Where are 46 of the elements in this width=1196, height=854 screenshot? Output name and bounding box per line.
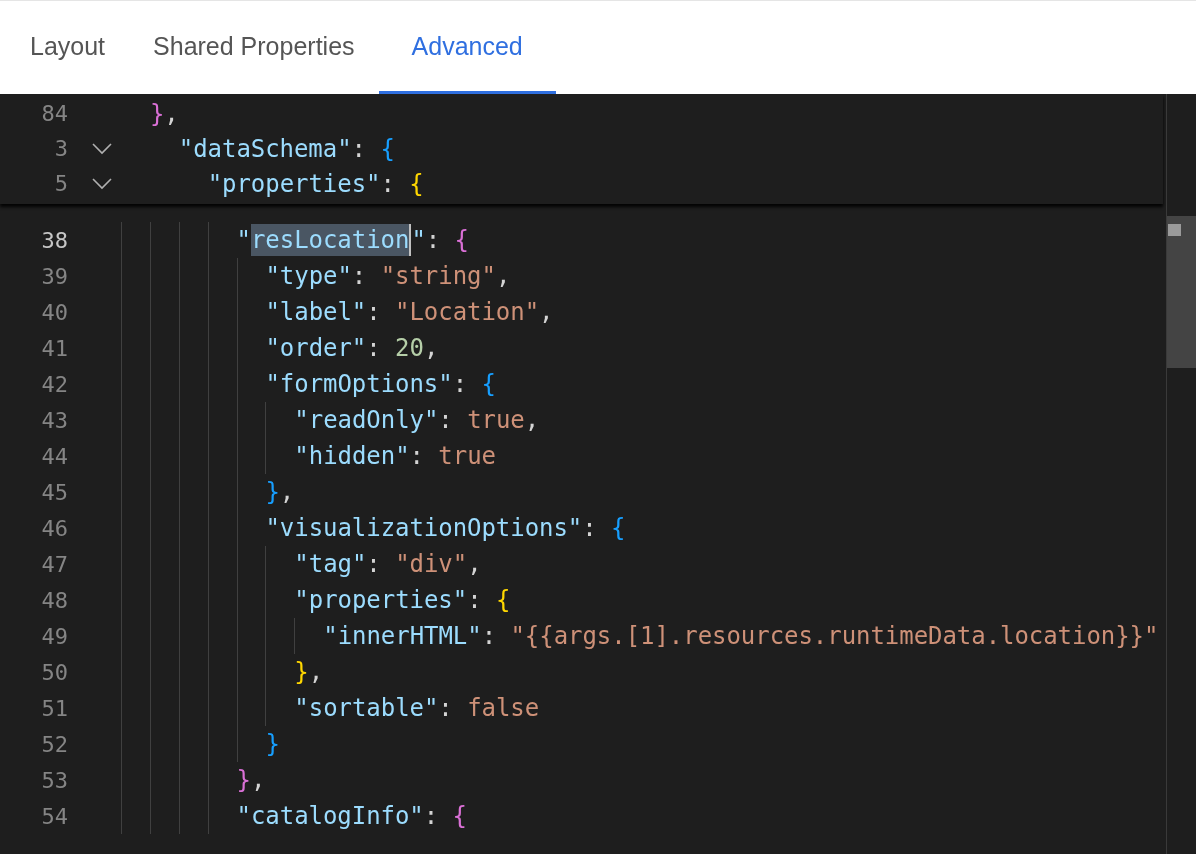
- line-number: 43: [40, 406, 68, 435]
- code-line: "innerHTML": "{{args.[1].resources.runtimeData.location}}": [121, 618, 1159, 654]
- code-line: },: [148, 98, 179, 130]
- line-number: 48: [40, 586, 68, 615]
- code-line: }: [121, 726, 280, 762]
- code-line: "resLocation": {: [121, 222, 469, 258]
- line-number: 38: [40, 226, 68, 255]
- line-number: 5: [53, 170, 68, 198]
- code-line: "tag": "div",: [121, 546, 482, 582]
- code-line: "sortable": false: [121, 690, 540, 726]
- line-number: 51: [40, 694, 68, 723]
- tab[interactable]: Layout: [6, 0, 130, 94]
- code-line: "type": "string",: [121, 258, 511, 294]
- line-number: 54: [40, 802, 68, 831]
- code-line: "properties": {: [121, 582, 511, 618]
- line-number: 47: [40, 550, 68, 579]
- line-number: 49: [40, 622, 68, 651]
- line-number: 45: [40, 478, 68, 507]
- tab[interactable]: Shared Properties: [129, 0, 379, 94]
- code-line: },: [121, 654, 324, 690]
- code-line: "visualizationOptions": {: [121, 510, 626, 546]
- line-number: 3: [53, 135, 68, 163]
- line-number: 41: [40, 334, 68, 363]
- code-line: "order": 20,: [121, 330, 439, 366]
- line-number: 52: [40, 730, 68, 759]
- line-number: 53: [40, 766, 68, 795]
- code-line: "formOptions": {: [121, 366, 496, 402]
- code-line: "readOnly": true,: [121, 402, 540, 438]
- code-line: "catalogInfo": {: [121, 798, 467, 834]
- line-number: 46: [40, 514, 68, 543]
- line-number: 39: [40, 262, 68, 291]
- chevron-down-icon[interactable]: [92, 142, 112, 155]
- code-line: "dataSchema": {: [177, 133, 395, 165]
- code-line: "label": "Location",: [121, 294, 554, 330]
- chevron-down-icon[interactable]: [92, 177, 112, 190]
- code-line: "hidden": true: [121, 438, 496, 474]
- line-number: 50: [40, 658, 68, 687]
- code-line: },: [121, 762, 266, 798]
- code-line: "properties": {: [206, 168, 424, 200]
- line-number: 44: [40, 442, 68, 471]
- code-line: },: [121, 474, 295, 510]
- scroll-marker: [1168, 224, 1181, 236]
- line-number: 40: [40, 298, 68, 327]
- scrollbar-thumb[interactable]: [1167, 216, 1196, 368]
- line-number: 84: [40, 100, 68, 128]
- line-number: 42: [40, 370, 68, 399]
